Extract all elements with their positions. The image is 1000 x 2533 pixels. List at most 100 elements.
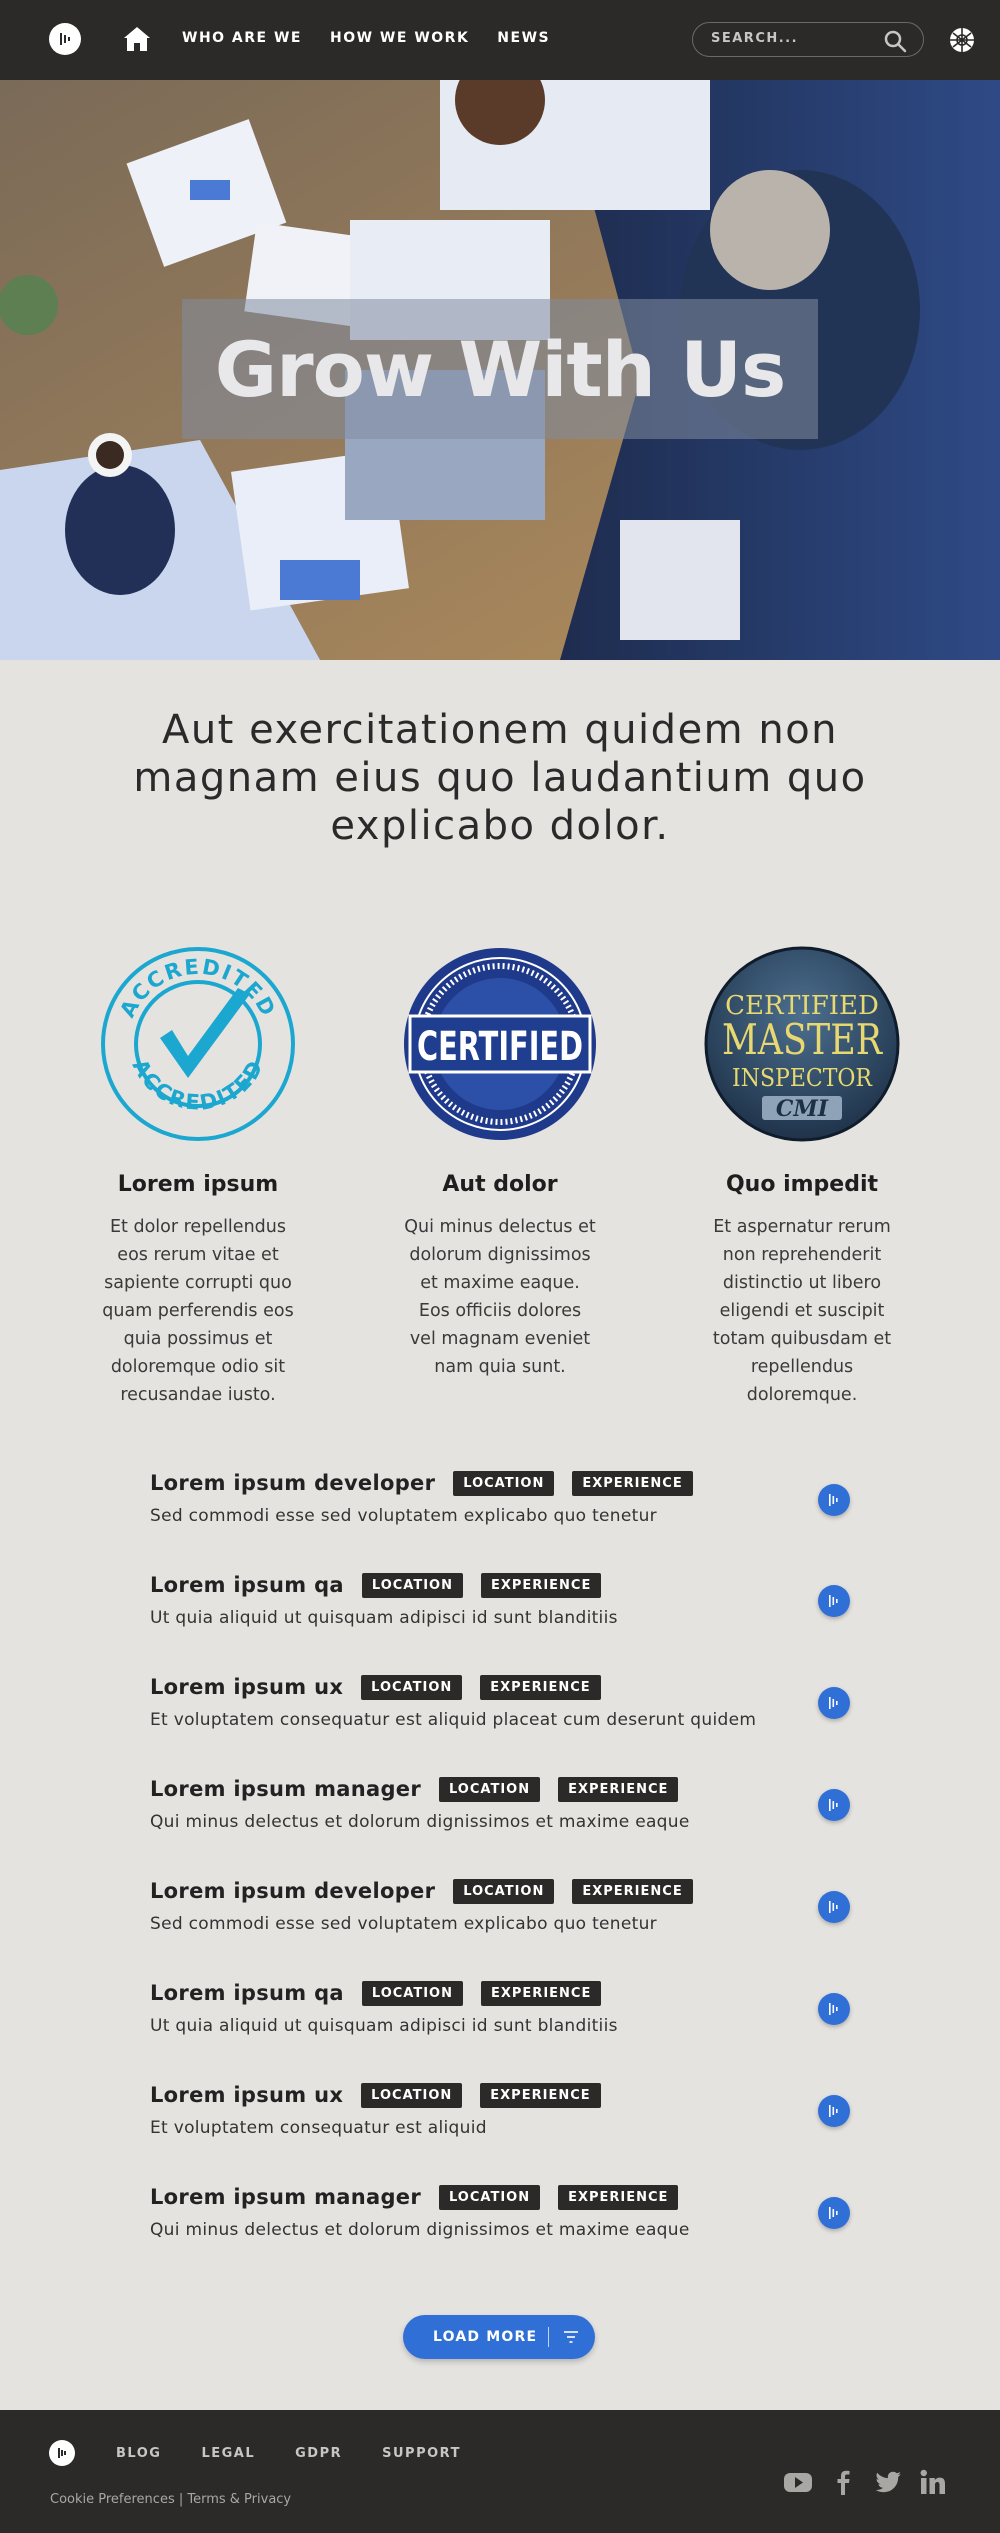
logo-mark-icon <box>829 2003 838 2015</box>
twitter-icon[interactable] <box>873 2468 903 2496</box>
job-title: Lorem ipsum manager <box>150 1777 421 1801</box>
filter-icon <box>564 2331 578 2343</box>
nav-how-we-work[interactable]: HOW WE WORK <box>330 30 469 46</box>
feature-title: Lorem ipsum <box>117 1172 279 1197</box>
feature-text: Et dolor repellendus eos rerum vitae et … <box>102 1217 294 1405</box>
location-tag: LOCATION <box>438 1776 541 1802</box>
job-listing[interactable]: Lorem ipsum developer LOCATION EXPERIENC… <box>150 1466 860 1546</box>
job-listing[interactable]: Lorem ipsum manager LOCATION EXPERIENCE … <box>150 1772 860 1852</box>
job-description: Ut quia aliquid ut quisquam adipisci id … <box>150 2016 618 2036</box>
experience-tag: EXPERIENCE <box>558 2184 679 2210</box>
footer-link-legal[interactable]: LEGAL <box>201 2446 255 2461</box>
job-listing[interactable]: Lorem ipsum manager LOCATION EXPERIENCE … <box>150 2180 860 2260</box>
search-input[interactable] <box>711 31 871 46</box>
experience-tag: EXPERIENCE <box>572 1878 693 1904</box>
linkedin-icon[interactable] <box>918 2468 948 2496</box>
location-tag: LOCATION <box>361 1674 463 1700</box>
location-tag: LOCATION <box>453 1878 555 1904</box>
feature-certified: CERTIFIED Aut dolor Qui minus delectus e… <box>400 946 600 1381</box>
experience-tag: EXPERIENCE <box>558 1776 679 1802</box>
feature-text: Et aspernatur rerum non reprehenderit di… <box>712 1217 892 1405</box>
badge-text-2: MASTER <box>722 1015 883 1064</box>
feature-text: Qui minus delectus et dolorum dignissimo… <box>404 1217 596 1377</box>
job-title: Lorem ipsum ux <box>150 2083 344 2107</box>
logo-mark-icon <box>829 1799 838 1811</box>
load-more-label: LOAD MORE <box>433 2329 538 2345</box>
certified-badge-icon: CERTIFIED <box>404 948 596 1140</box>
job-title: Lorem ipsum developer <box>150 1471 436 1495</box>
terms-privacy-link[interactable]: Terms & Privacy <box>187 2492 291 2507</box>
job-title: Lorem ipsum developer <box>150 1879 436 1903</box>
job-open-button[interactable] <box>818 1484 850 1516</box>
job-open-button[interactable] <box>818 2095 850 2127</box>
experience-tag: EXPERIENCE <box>480 2082 601 2108</box>
job-open-button[interactable] <box>818 2197 850 2229</box>
job-title: Lorem ipsum qa <box>150 1573 344 1597</box>
job-description: Qui minus delectus et dolorum dignissimo… <box>150 1812 690 1832</box>
experience-tag: EXPERIENCE <box>480 1674 601 1700</box>
feature-cmi: CERTIFIED MASTER INSPECTOR CMI Quo imped… <box>702 946 902 1409</box>
job-description: Qui minus delectus et dolorum dignissimo… <box>150 2220 690 2240</box>
footer-legal: Cookie Preferences | Terms & Privacy <box>50 2492 291 2507</box>
job-open-button[interactable] <box>818 1687 850 1719</box>
job-listing[interactable]: Lorem ipsum developer LOCATION EXPERIENC… <box>150 1874 860 1954</box>
badge-text: CERTIFIED <box>417 1024 583 1070</box>
experience-tag: EXPERIENCE <box>481 1572 602 1598</box>
logo-mark-icon <box>829 2105 838 2117</box>
job-description: Sed commodi esse sed voluptatem explicab… <box>150 1914 657 1934</box>
job-open-button[interactable] <box>818 1891 850 1923</box>
footer-nav: BLOG LEGAL GDPR SUPPORT <box>116 2446 461 2461</box>
job-listing[interactable]: Lorem ipsum ux LOCATION EXPERIENCE Et vo… <box>150 1670 860 1750</box>
site-header: WHO ARE WE HOW WE WORK NEWS <box>0 0 1000 80</box>
main-nav: WHO ARE WE HOW WE WORK NEWS <box>182 30 550 46</box>
button-divider <box>548 2327 549 2347</box>
search-box <box>692 22 924 57</box>
job-open-button[interactable] <box>818 1789 850 1821</box>
job-description: Sed commodi esse sed voluptatem explicab… <box>150 1506 657 1526</box>
job-title: Lorem ipsum qa <box>150 1981 344 2005</box>
footer-link-gdpr[interactable]: GDPR <box>295 2446 342 2461</box>
nav-news[interactable]: NEWS <box>497 30 550 46</box>
experience-tag: EXPERIENCE <box>481 1980 602 2006</box>
youtube-icon[interactable] <box>783 2468 813 2496</box>
feature-title: Quo impedit <box>725 1172 879 1197</box>
logo-icon[interactable] <box>49 23 81 55</box>
logo-mark-icon <box>829 2207 838 2219</box>
accredited-badge-icon: ACCREDITED ACCREDITED <box>101 947 295 1141</box>
footer-link-support[interactable]: SUPPORT <box>382 2446 461 2461</box>
footer-logo-icon[interactable] <box>49 2440 75 2466</box>
feature-accredited: ACCREDITED ACCREDITED Lorem ipsum Et dol… <box>98 946 298 1409</box>
facebook-icon[interactable] <box>828 2468 858 2496</box>
home-icon[interactable] <box>122 25 152 53</box>
globe-icon[interactable] <box>948 26 976 54</box>
hero-title: Grow With Us <box>214 324 786 414</box>
legal-separator: | <box>174 2492 188 2507</box>
logo-mark-icon <box>829 1697 838 1709</box>
job-description: Et voluptatem consequatur est aliquid <box>150 2118 487 2138</box>
search-icon[interactable] <box>883 29 907 53</box>
logo-mark-icon <box>829 1494 838 1506</box>
job-description: Ut quia aliquid ut quisquam adipisci id … <box>150 1608 618 1628</box>
job-description: Et voluptatem consequatur est aliquid pl… <box>150 1710 757 1730</box>
badge-text-4: CMI <box>776 1096 829 1122</box>
job-title: Lorem ipsum ux <box>150 1675 344 1699</box>
logo-mark-icon <box>829 1901 838 1913</box>
hero-banner: Grow With Us <box>0 80 1000 660</box>
load-more-button[interactable]: LOAD MORE <box>403 2315 595 2359</box>
job-listing[interactable]: Lorem ipsum qa LOCATION EXPERIENCE Ut qu… <box>150 1976 860 2056</box>
badge-text-3: INSPECTOR <box>732 1064 873 1092</box>
location-tag: LOCATION <box>361 2082 463 2108</box>
intro-headline: Aut exercitationem quidem non magnam eiu… <box>133 707 867 849</box>
site-footer: BLOG LEGAL GDPR SUPPORT Cookie Preferenc… <box>0 2410 1000 2533</box>
job-listing[interactable]: Lorem ipsum ux LOCATION EXPERIENCE Et vo… <box>150 2078 860 2158</box>
footer-link-blog[interactable]: BLOG <box>116 2446 161 2461</box>
location-tag: LOCATION <box>453 1470 555 1496</box>
location-tag: LOCATION <box>438 2184 541 2210</box>
location-tag: LOCATION <box>361 1572 463 1598</box>
cookie-preferences-link[interactable]: Cookie Preferences <box>50 2492 175 2507</box>
job-open-button[interactable] <box>818 1585 850 1617</box>
cmi-badge-icon: CERTIFIED MASTER INSPECTOR CMI <box>704 946 900 1142</box>
job-listing[interactable]: Lorem ipsum qa LOCATION EXPERIENCE Ut qu… <box>150 1568 860 1648</box>
job-open-button[interactable] <box>818 1993 850 2025</box>
nav-who-are-we[interactable]: WHO ARE WE <box>182 30 302 46</box>
